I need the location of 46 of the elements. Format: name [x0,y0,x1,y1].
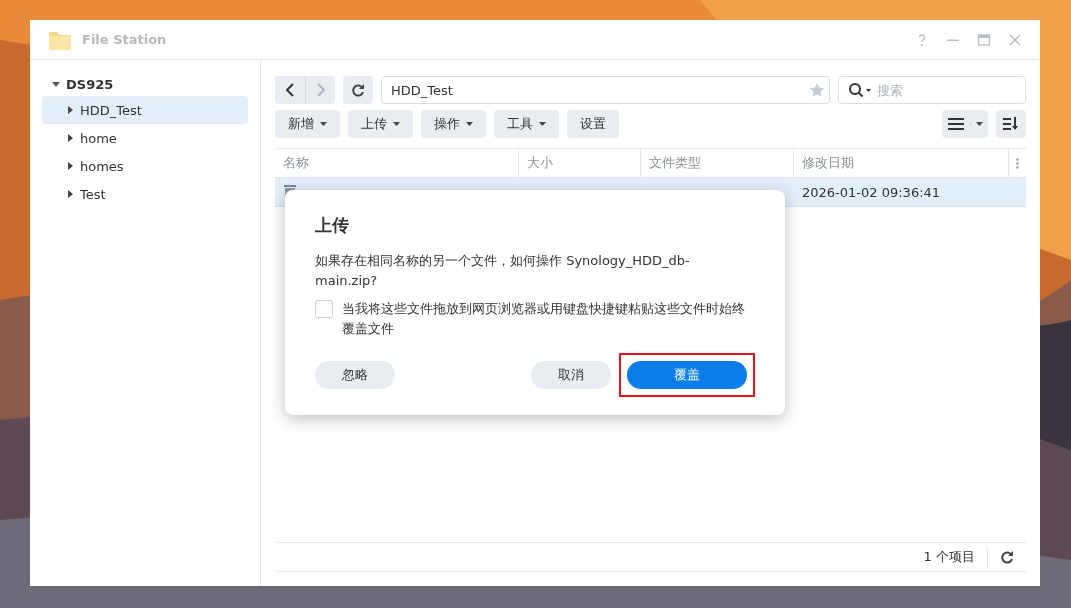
refresh-button[interactable] [343,76,373,104]
caret-icon [969,122,983,126]
table-cell-text: 2026-01-02 09:36:41 [801,184,942,200]
dialog-message: 如果存在相同名称的另一个文件，如何操作 Synology_HDD_db-main.zip? [315,252,691,290]
dialog-button[interactable]: 取消 [531,361,611,389]
tree-item[interactable]: Test [42,180,248,208]
caret-icon [466,122,473,126]
forward-icon [315,83,326,97]
toolbar-button[interactable]: 设置 [567,110,619,138]
back-icon [285,83,295,97]
caret-icon [539,122,546,126]
more-icon[interactable] [1016,157,1019,169]
close-icon[interactable] [1008,32,1022,47]
toolbar-button[interactable]: 工具 [494,110,559,138]
dialog-button[interactable]: 忽略 [315,361,395,389]
refresh-icon [351,83,365,97]
sort-button[interactable] [996,110,1026,138]
toolbar-button[interactable]: 操作 [421,110,486,138]
checkbox-label: 当我将这些文件拖放到网页浏览器或用键盘快捷键粘贴这些文件时始终覆盖文件 [342,300,746,338]
caret-icon [67,162,73,170]
list-icon [947,118,964,130]
dialog-title: 上传 [315,214,350,237]
item-count: 1 个项目 [923,547,988,567]
dialog-button[interactable]: 覆盖 [627,361,747,389]
tree-item[interactable]: HDD_Test [42,96,248,124]
caret-icon [67,106,73,114]
caret-icon [320,122,327,126]
caret-icon [67,134,73,142]
maximize-icon[interactable] [977,32,991,47]
refresh-icon[interactable] [1000,550,1014,564]
toolbar-button[interactable]: 上传 [348,110,413,138]
caret-icon [393,122,400,126]
checkbox[interactable] [315,300,333,318]
view-button[interactable] [942,110,988,138]
search-field[interactable]: 搜索 [838,76,1026,104]
tree-item[interactable]: homes [42,152,248,180]
caret-icon[interactable] [52,80,60,88]
star-icon[interactable] [809,82,825,98]
sort-icon [1003,117,1019,131]
caret-icon [67,190,73,198]
tree-item[interactable]: DS925 [66,76,114,92]
window-title: File Station [82,32,167,47]
toolbar-button[interactable]: 新增 [275,110,340,138]
path-field[interactable]: HDD_Test [381,76,830,104]
tree-item[interactable]: home [42,124,248,152]
search-icon[interactable] [848,82,872,98]
